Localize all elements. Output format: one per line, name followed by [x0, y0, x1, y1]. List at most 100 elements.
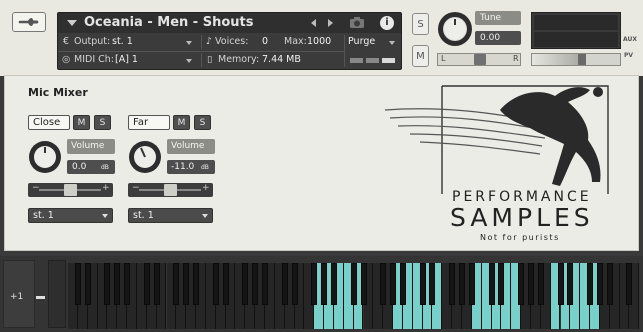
black-key[interactable]	[380, 263, 387, 305]
black-key[interactable]	[143, 263, 150, 305]
black-key[interactable]	[390, 263, 397, 305]
pv-button[interactable]: PV	[624, 52, 633, 59]
black-key[interactable]	[212, 263, 219, 305]
tune-knob[interactable]	[437, 11, 473, 47]
far-mute-button[interactable]: M	[173, 115, 190, 130]
black-key[interactable]	[104, 263, 111, 305]
black-key[interactable]	[587, 263, 594, 305]
black-key[interactable]	[429, 263, 436, 305]
purge-dropdown-icon[interactable]	[389, 41, 395, 45]
far-pan-slider[interactable]: − +	[128, 183, 213, 197]
black-key[interactable]	[183, 263, 190, 305]
black-key[interactable]	[557, 263, 564, 305]
instrument-menu-arrow-icon[interactable]	[67, 20, 77, 26]
black-key[interactable]	[281, 263, 288, 305]
close-pan-handle[interactable]	[64, 184, 77, 196]
black-key[interactable]	[153, 263, 160, 305]
title-bar: Oceania - Men - Shouts i	[58, 13, 401, 33]
info-icon[interactable]: i	[380, 16, 394, 30]
output-value[interactable]: st. 1	[112, 36, 133, 47]
black-key[interactable]	[321, 263, 328, 305]
close-volume-knob[interactable]	[28, 140, 62, 174]
volume-slider[interactable]	[531, 53, 621, 66]
black-key[interactable]	[606, 263, 613, 305]
black-key[interactable]	[537, 263, 544, 305]
far-volume-value-box[interactable]: -11.0 dB	[167, 160, 215, 174]
wrench-icon	[18, 18, 39, 26]
black-key[interactable]	[291, 263, 298, 305]
black-key[interactable]	[114, 263, 121, 305]
far-output-dropdown[interactable]: st. 1	[128, 208, 213, 223]
chevron-down-icon	[202, 214, 208, 218]
far-pan-handle[interactable]	[164, 184, 177, 196]
black-key[interactable]	[242, 263, 249, 305]
close-volume-value-box[interactable]: 0.0 dB	[67, 160, 115, 174]
runner-logo-icon	[384, 85, 609, 194]
close-mute-button[interactable]: M	[73, 115, 90, 130]
black-key[interactable]	[222, 263, 229, 305]
far-solo-button[interactable]: S	[194, 115, 211, 130]
black-key[interactable]	[330, 263, 337, 305]
black-key[interactable]	[84, 263, 91, 305]
black-key[interactable]	[468, 263, 475, 305]
close-volume-value: 0.0	[72, 162, 87, 172]
pan-slider[interactable]: L R	[437, 53, 521, 66]
midi-dropdown-icon[interactable]	[186, 59, 192, 63]
output-icon: €	[63, 36, 70, 47]
close-volume-label: Volume	[67, 139, 115, 154]
black-key[interactable]	[596, 263, 603, 305]
solo-button[interactable]: S	[412, 13, 429, 35]
camera-icon[interactable]	[349, 16, 365, 29]
mute-button[interactable]: M	[412, 45, 429, 67]
close-output-dropdown[interactable]: st. 1	[28, 208, 113, 223]
max-voices-value[interactable]: 1000	[307, 36, 331, 47]
black-key[interactable]	[311, 263, 318, 305]
memory-icon: ▯	[207, 54, 213, 65]
output-label: Output:	[74, 36, 111, 47]
black-key[interactable]	[173, 263, 180, 305]
next-instrument-icon[interactable]	[328, 19, 333, 27]
volume-handle[interactable]	[578, 54, 586, 65]
black-key[interactable]	[74, 263, 81, 305]
instrument-options-button[interactable]	[12, 12, 46, 32]
mod-wheel[interactable]	[48, 260, 66, 328]
black-key[interactable]	[518, 263, 525, 305]
voices-label: Voices:	[215, 36, 249, 47]
black-key[interactable]	[399, 263, 406, 305]
far-volume-unit: dB	[201, 164, 209, 171]
pan-handle[interactable]	[474, 54, 486, 65]
black-key[interactable]	[124, 263, 131, 305]
pitch-bend-indicator[interactable]	[36, 296, 45, 299]
purge-menu[interactable]: Purge	[348, 36, 375, 47]
far-mic-button[interactable]: Far	[128, 115, 170, 130]
far-volume-knob[interactable]	[128, 140, 162, 174]
black-key[interactable]	[419, 263, 426, 305]
prev-instrument-icon[interactable]	[311, 19, 316, 27]
far-volume-value: -11.0	[171, 162, 195, 172]
octave-value[interactable]: +1	[10, 292, 23, 302]
black-key[interactable]	[488, 263, 495, 305]
close-pan-slider[interactable]: − +	[28, 183, 113, 197]
black-key[interactable]	[498, 263, 505, 305]
output-dropdown-icon[interactable]	[186, 41, 192, 45]
black-key[interactable]	[262, 263, 268, 305]
octave-panel: +1	[3, 260, 35, 328]
close-solo-button[interactable]: S	[94, 115, 111, 130]
tune-value[interactable]: 0.00	[475, 31, 521, 45]
black-key[interactable]	[567, 263, 574, 305]
memory-value: 7.44 MB	[262, 54, 301, 65]
instrument-title[interactable]: Oceania - Men - Shouts	[84, 15, 254, 30]
mic-mixer-title: Mic Mixer	[28, 86, 88, 99]
black-key[interactable]	[449, 263, 456, 305]
black-key[interactable]	[193, 263, 200, 305]
black-key[interactable]	[527, 263, 534, 305]
black-key[interactable]	[360, 263, 367, 305]
black-key[interactable]	[252, 263, 259, 305]
black-key[interactable]	[626, 263, 633, 305]
black-key[interactable]	[459, 263, 465, 305]
midi-channel-value[interactable]: [A] 1	[115, 54, 138, 65]
close-mic-button[interactable]: Close	[28, 115, 70, 130]
black-key[interactable]	[350, 263, 357, 305]
pan-left-label: L	[441, 54, 446, 63]
aux-button[interactable]: AUX	[623, 36, 637, 43]
